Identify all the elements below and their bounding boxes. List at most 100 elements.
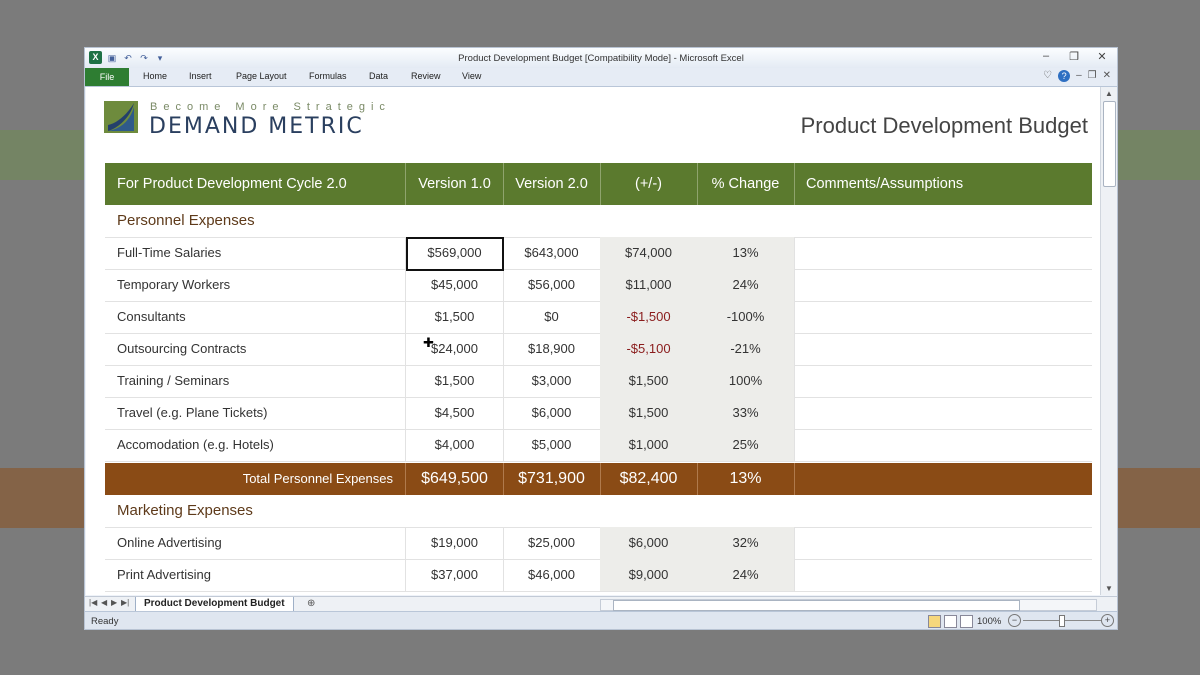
horizontal-scroll-thumb[interactable]: [613, 600, 1020, 611]
cell-diff[interactable]: $1,500: [600, 365, 698, 397]
normal-view-icon[interactable]: [928, 615, 941, 628]
vertical-scrollbar[interactable]: ▲ ▼: [1100, 87, 1117, 595]
cell-version-2[interactable]: $46,000: [503, 559, 601, 591]
cell-pct-change[interactable]: 24%: [697, 269, 795, 301]
row-label[interactable]: Training / Seminars: [105, 365, 406, 397]
row-label[interactable]: Online Advertising: [105, 527, 406, 559]
header-version-1[interactable]: Version 1.0: [406, 163, 504, 205]
cell-diff[interactable]: $1,000: [600, 429, 698, 461]
tab-page-layout[interactable]: Page Layout: [236, 71, 287, 81]
row-label[interactable]: Temporary Workers: [105, 269, 406, 301]
cell-version-2[interactable]: $0: [503, 301, 601, 333]
cell-diff[interactable]: -$5,100: [600, 333, 698, 365]
header-version-2[interactable]: Version 2.0: [503, 163, 601, 205]
tab-file[interactable]: File: [85, 68, 129, 86]
total-diff[interactable]: $82,400: [600, 463, 698, 495]
cell-diff[interactable]: $11,000: [600, 269, 698, 301]
close-icon[interactable]: ✕: [1093, 50, 1111, 63]
prev-sheet-icon[interactable]: ◀: [101, 598, 107, 607]
minimize-ribbon-icon[interactable]: ♡: [1043, 70, 1052, 82]
header-diff[interactable]: (+/-): [600, 163, 698, 205]
cell-pct-change[interactable]: 24%: [697, 559, 795, 591]
cell-diff[interactable]: -$1,500: [600, 301, 698, 333]
page-layout-view-icon[interactable]: [944, 615, 957, 628]
workbook-close-icon[interactable]: ✕: [1103, 70, 1111, 82]
cell-version-1[interactable]: $1,500: [406, 301, 504, 333]
table-row: Full-Time Salaries $569,000 $643,000 $74…: [105, 237, 1092, 270]
cell-version-1[interactable]: $4,500: [406, 397, 504, 429]
cell-version-2[interactable]: $6,000: [503, 397, 601, 429]
row-label[interactable]: Travel (e.g. Plane Tickets): [105, 397, 406, 429]
tab-data[interactable]: Data: [369, 71, 388, 81]
section-marketing[interactable]: Marketing Expenses: [117, 495, 517, 527]
cell-diff[interactable]: $9,000: [600, 559, 698, 591]
tab-review[interactable]: Review: [411, 71, 441, 81]
help-icon[interactable]: ?: [1058, 70, 1071, 82]
header-label[interactable]: For Product Development Cycle 2.0: [105, 163, 406, 205]
row-label[interactable]: Full-Time Salaries: [105, 237, 406, 269]
total-pct-change[interactable]: 13%: [697, 463, 795, 495]
cell-pct-change[interactable]: 13%: [697, 237, 795, 269]
mouse-cursor-icon: ✚: [423, 335, 434, 350]
row-label[interactable]: Consultants: [105, 301, 406, 333]
first-sheet-icon[interactable]: |◀: [89, 598, 97, 607]
cell-version-1[interactable]: $24,000: [406, 333, 504, 365]
worksheet[interactable]: Become More Strategic DEMAND METRIC Prod…: [86, 87, 1100, 595]
sheet-tab-bar: |◀ ◀ ▶ ▶| Product Development Budget ⊕: [85, 596, 1117, 612]
scroll-up-icon[interactable]: ▲: [1101, 89, 1117, 98]
cell-pct-change[interactable]: -100%: [697, 301, 795, 333]
tab-home[interactable]: Home: [143, 71, 167, 81]
workbook-restore-icon[interactable]: ❐: [1088, 70, 1097, 82]
cell-version-2[interactable]: $18,900: [503, 333, 601, 365]
ribbon-tabs: File Home Insert Page Layout Formulas Da…: [85, 68, 1117, 87]
section-personnel[interactable]: Personnel Expenses: [117, 205, 517, 237]
cell-version-2[interactable]: $56,000: [503, 269, 601, 301]
logo-tagline: Become More Strategic: [150, 101, 391, 113]
minimize-icon[interactable]: –: [1037, 50, 1055, 63]
zoom-in-icon[interactable]: +: [1101, 614, 1114, 627]
header-comments[interactable]: Comments/Assumptions: [794, 163, 1092, 205]
sheet-tab-active[interactable]: Product Development Budget: [135, 597, 294, 612]
cell-pct-change[interactable]: 100%: [697, 365, 795, 397]
cell-version-1[interactable]: $37,000: [406, 559, 504, 591]
total-version-1[interactable]: $649,500: [406, 463, 504, 495]
last-sheet-icon[interactable]: ▶|: [121, 598, 129, 607]
insert-sheet-icon[interactable]: ⊕: [307, 598, 315, 609]
row-label[interactable]: Print Advertising: [105, 559, 406, 591]
cell-version-2[interactable]: $643,000: [503, 237, 601, 269]
row-label[interactable]: Outsourcing Contracts: [105, 333, 406, 365]
zoom-level[interactable]: 100%: [977, 616, 1001, 627]
cell-version-2[interactable]: $5,000: [503, 429, 601, 461]
cell-version-1[interactable]: $1,500: [406, 365, 504, 397]
restore-icon[interactable]: ❐: [1065, 50, 1083, 63]
cell-version-2[interactable]: $3,000: [503, 365, 601, 397]
cell-pct-change[interactable]: -21%: [697, 333, 795, 365]
next-sheet-icon[interactable]: ▶: [111, 598, 117, 607]
scroll-down-icon[interactable]: ▼: [1101, 584, 1117, 593]
total-personnel-row: Total Personnel Expenses $649,500 $731,9…: [105, 463, 1092, 495]
zoom-out-icon[interactable]: −: [1008, 614, 1021, 627]
cell-diff[interactable]: $74,000: [600, 237, 698, 269]
table-row: Print Advertising $37,000 $46,000 $9,000…: [105, 559, 1092, 592]
row-label[interactable]: Accomodation (e.g. Hotels): [105, 429, 406, 461]
cell-version-1[interactable]: $19,000: [406, 527, 504, 559]
horizontal-scrollbar[interactable]: [600, 599, 1097, 611]
workbook-minimize-icon[interactable]: –: [1076, 70, 1082, 82]
cell-version-2[interactable]: $25,000: [503, 527, 601, 559]
page-break-view-icon[interactable]: [960, 615, 973, 628]
total-label[interactable]: Total Personnel Expenses: [105, 463, 406, 495]
total-version-2[interactable]: $731,900: [503, 463, 601, 495]
cell-pct-change[interactable]: 32%: [697, 527, 795, 559]
zoom-slider-knob[interactable]: [1059, 615, 1065, 627]
tab-insert[interactable]: Insert: [189, 71, 212, 81]
cell-pct-change[interactable]: 25%: [697, 429, 795, 461]
cell-diff[interactable]: $6,000: [600, 527, 698, 559]
tab-view[interactable]: View: [462, 71, 481, 81]
cell-pct-change[interactable]: 33%: [697, 397, 795, 429]
cell-version-1[interactable]: $45,000: [406, 269, 504, 301]
tab-formulas[interactable]: Formulas: [309, 71, 347, 81]
vertical-scroll-thumb[interactable]: [1103, 101, 1116, 187]
header-pct-change[interactable]: % Change: [697, 163, 795, 205]
cell-version-1[interactable]: $4,000: [406, 429, 504, 461]
cell-diff[interactable]: $1,500: [600, 397, 698, 429]
